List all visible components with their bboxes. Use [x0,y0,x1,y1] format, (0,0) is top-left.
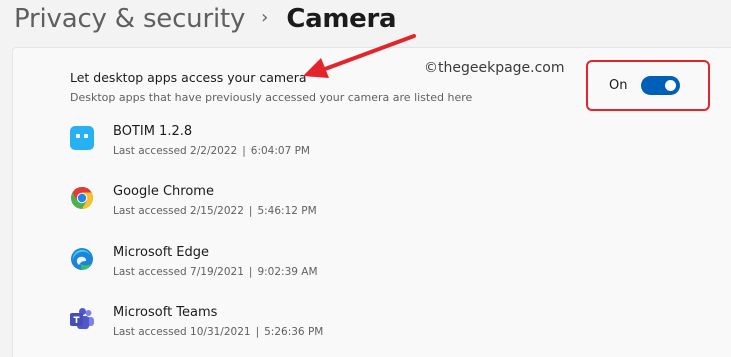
page-title: Camera [286,4,397,34]
app-name: Google Chrome [113,184,214,199]
annotation-arrow-icon [303,34,416,78]
chrome-icon [71,187,93,209]
separator: | [248,205,253,217]
separator: | [255,326,260,338]
botim-icon [70,126,94,150]
camera-desktop-apps-panel: Let desktop apps access your camera Desk… [12,34,731,357]
app-name: Microsoft Teams [113,305,218,320]
desktop-apps-camera-toggle[interactable] [641,76,680,95]
breadcrumb-chevron-icon: › [261,7,269,28]
separator: | [242,145,246,157]
toggle-knob [665,80,676,91]
last-accessed-time: 5:26:36 PM [264,326,324,338]
last-accessed-time: 9:02:39 AM [257,266,318,278]
breadcrumb: Privacy & security › Camera [14,2,397,36]
last-accessed-date: Last accessed 10/31/2021 [113,326,251,338]
last-accessed: Last accessed 2/15/2022 | 5:46:12 PM [113,205,317,217]
last-accessed: Last accessed 10/31/2021 | 5:26:36 PM [113,326,323,338]
app-name: BOTIM 1.2.8 [113,124,193,139]
last-accessed-date: Last accessed 2/15/2022 [113,205,244,217]
edge-icon [71,248,93,270]
setting-description: Desktop apps that have previously access… [70,91,473,104]
list-item-google-chrome: Google Chrome Last accessed 2/15/2022 | 5:… [13,178,731,228]
list-item-botim: BOTIM 1.2.8 Last accessed 2/2/2022 | 6:04:… [13,118,731,168]
separator: | [248,266,253,278]
last-accessed-date: Last accessed 2/2/2022 [113,145,238,157]
last-accessed-date: Last accessed 7/19/2021 [113,266,244,278]
list-item-microsoft-teams: Microsoft Teams Last accessed 10/31/2021… [13,299,731,349]
last-accessed-time: 5:46:12 PM [257,205,317,217]
last-accessed: Last accessed 2/2/2022 | 6:04:07 PM [113,145,310,157]
list-item-microsoft-edge: Microsoft Edge Last accessed 7/19/2021 | 9… [13,239,731,289]
toggle-state-label: On [609,78,628,93]
last-accessed-time: 6:04:07 PM [250,145,310,157]
last-accessed: Last accessed 7/19/2021 | 9:02:39 AM [113,266,318,278]
watermark: ©thegeekpage.com [424,60,565,76]
breadcrumb-privacy-security[interactable]: Privacy & security [14,2,245,36]
setting-title: Let desktop apps access your camera [70,70,307,85]
teams-icon [70,308,94,329]
app-name: Microsoft Edge [113,245,210,260]
